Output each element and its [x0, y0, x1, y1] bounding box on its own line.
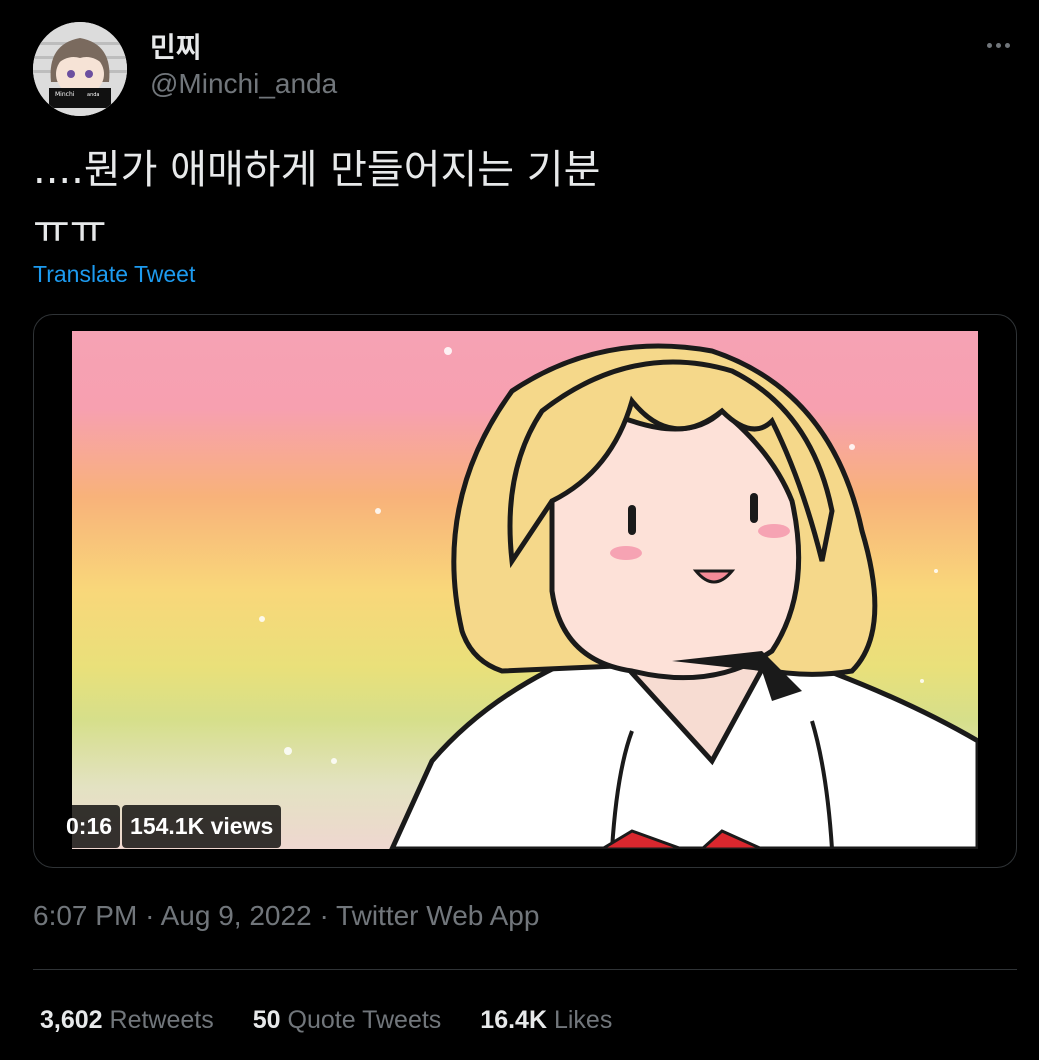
video-views-badge: 154.1K views — [122, 805, 282, 848]
tweet-detail: Minchi anda 민찌 @Minchi_anda ....뭔가 애매하게 … — [0, 0, 1039, 1060]
tweet-source[interactable]: Twitter Web App — [336, 900, 539, 931]
more-dot — [995, 42, 1001, 48]
tweet-meta: 6:07 PM · Aug 9, 2022 · Twitter Web App — [33, 900, 539, 932]
video-badges: 0:16 154.1K views — [58, 805, 282, 848]
avatar[interactable]: Minchi anda — [33, 22, 127, 116]
tweet-date[interactable]: Aug 9, 2022 — [161, 900, 312, 931]
more-dots-icon[interactable] — [978, 30, 1018, 60]
likes-label: Likes — [553, 1006, 613, 1034]
quote-tweets-count: 50 — [252, 1006, 281, 1034]
more-dot — [986, 42, 992, 48]
author-handle[interactable]: @Minchi_anda — [150, 68, 337, 100]
tweet-time[interactable]: 6:07 PM — [33, 900, 137, 931]
tweet-stats: 3,602 Retweets 50 Quote Tweets 16.4K Lik… — [40, 1006, 612, 1035]
quote-tweets-label: Quote Tweets — [287, 1006, 442, 1034]
divider — [33, 969, 1017, 970]
likes-stat[interactable]: 16.4K Likes — [480, 1006, 612, 1035]
media-card: 0:16 154.1K views — [33, 314, 1017, 868]
avatar-badge-line2: anda — [87, 92, 99, 98]
tweet-text: ....뭔가 애매하게 만들어지는 기분 ㅠㅠ — [33, 147, 601, 253]
avatar-image: Minchi anda — [33, 22, 127, 116]
avatar-badge-line1: Minchi — [55, 91, 75, 98]
quote-tweets-stat[interactable]: 50 Quote Tweets — [253, 1006, 442, 1035]
retweets-stat[interactable]: 3,602 Retweets — [40, 1006, 214, 1035]
translate-tweet-link[interactable]: Translate Tweet — [33, 261, 195, 288]
meta-separator: · — [145, 900, 155, 931]
meta-separator: · — [319, 900, 329, 931]
retweets-label: Retweets — [109, 1006, 214, 1034]
video-thumbnail — [72, 331, 978, 849]
more-dot — [1004, 42, 1010, 48]
retweets-count: 3,602 — [40, 1006, 103, 1034]
video-player[interactable] — [72, 331, 978, 849]
video-duration-badge: 0:16 — [58, 805, 121, 848]
likes-count: 16.4K — [480, 1006, 548, 1034]
author-display-name[interactable]: 민찌 — [150, 26, 202, 66]
